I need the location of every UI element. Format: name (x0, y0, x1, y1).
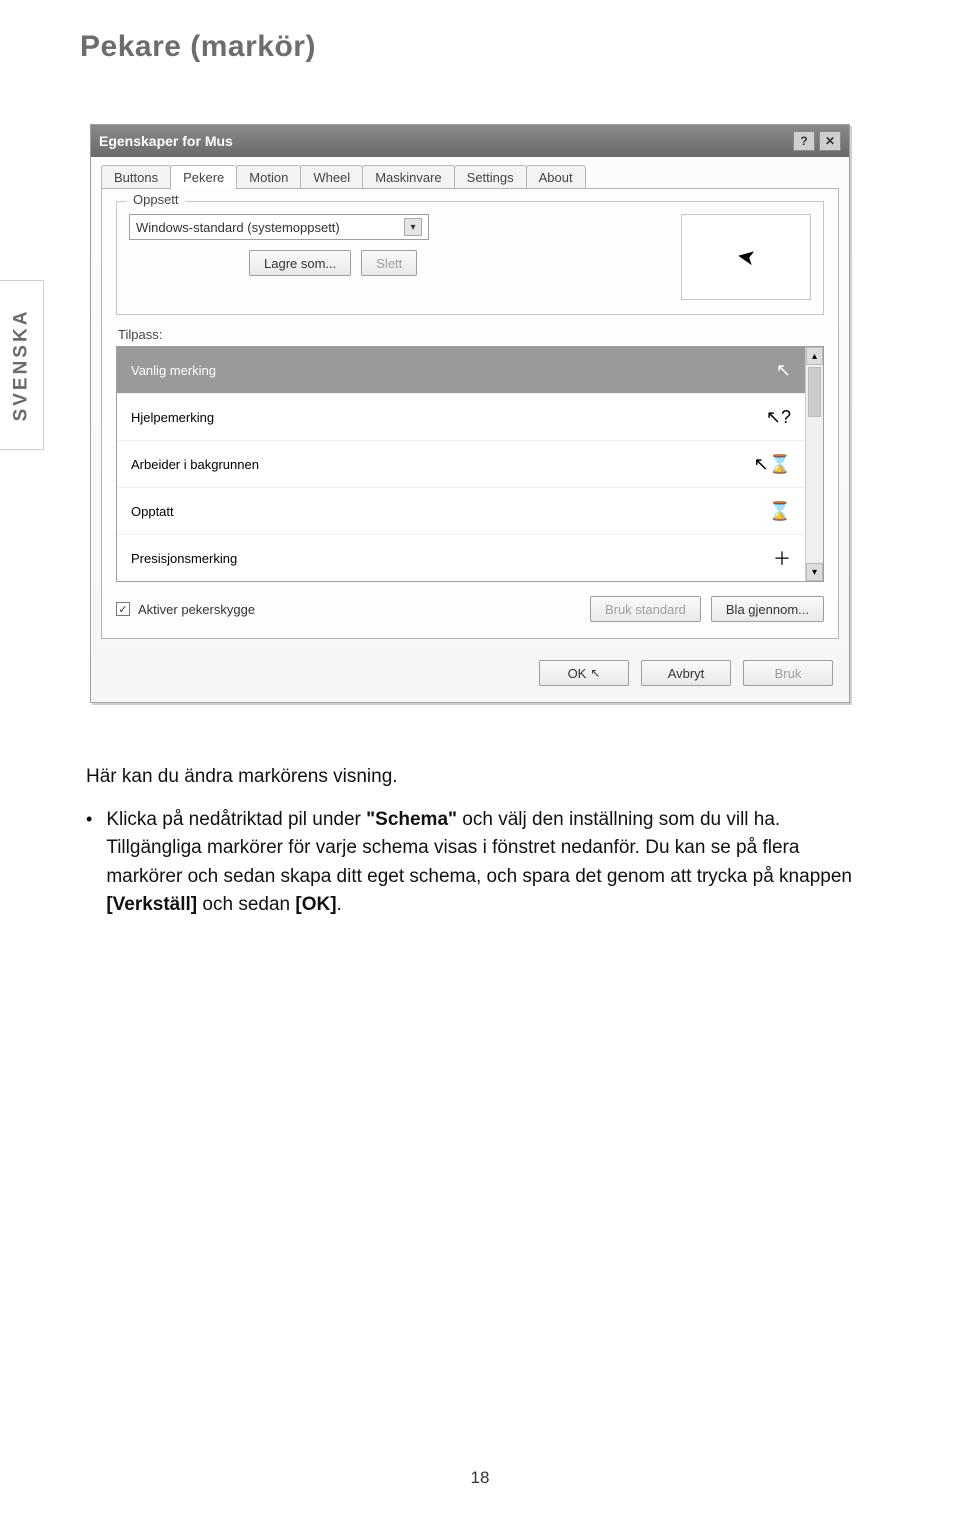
dialog-footer: OK ↖ Avbryt Bruk (91, 650, 849, 702)
cursor-listbox[interactable]: Vanlig merking ↖ Hjelpemerking ↖? Arbeid… (116, 346, 824, 582)
bullet-icon: • (86, 806, 92, 920)
scroll-up-icon[interactable]: ▴ (806, 347, 823, 365)
dialog-titlebar: Egenskaper for Mus ? ✕ (91, 125, 849, 157)
page-number: 18 (471, 1468, 490, 1488)
shadow-checkbox-row[interactable]: ✓ Aktiver pekerskygge (116, 602, 255, 617)
scheme-legend: Oppsett (127, 192, 185, 207)
ok-button-label: OK (568, 666, 587, 681)
tab-wheel[interactable]: Wheel (300, 165, 363, 189)
cursor-precision-icon: ＋ (773, 545, 791, 571)
language-tab: SVENSKA (0, 280, 44, 450)
cursor-preview: ➤ (681, 214, 811, 300)
tab-pekere[interactable]: Pekere (170, 165, 237, 189)
cursor-arrow-icon: ➤ (735, 243, 758, 272)
cursor-working-icon: ↖⌛ (754, 454, 792, 475)
list-item-label: Hjelpemerking (131, 410, 214, 425)
scroll-down-icon[interactable]: ▾ (806, 563, 823, 581)
help-button[interactable]: ? (793, 131, 815, 151)
tab-motion[interactable]: Motion (236, 165, 301, 189)
help-icon: ? (800, 134, 807, 148)
scheme-groupbox: Oppsett Windows-standard (systemoppsett)… (116, 201, 824, 315)
properties-dialog: Egenskaper for Mus ? ✕ Buttons Pekere Mo… (90, 124, 850, 703)
tab-maskinvare[interactable]: Maskinvare (362, 165, 454, 189)
cursor-arrow-icon: ↖ (590, 666, 600, 680)
cursor-help-icon: ↖? (766, 407, 791, 428)
scrollbar-thumb[interactable] (808, 367, 821, 417)
cancel-button[interactable]: Avbryt (641, 660, 731, 686)
tab-about[interactable]: About (526, 165, 586, 189)
intro-text: Här kan du ändra markörens visning. (86, 763, 874, 792)
list-item[interactable]: Arbeider i bakgrunnen ↖⌛ (117, 441, 805, 488)
browse-button[interactable]: Bla gjennom... (711, 596, 824, 622)
shadow-checkbox[interactable]: ✓ (116, 602, 130, 616)
scrollbar[interactable]: ▴ ▾ (805, 347, 823, 581)
list-item[interactable]: Presisjonsmerking ＋ (117, 535, 805, 581)
tabs-row: Buttons Pekere Motion Wheel Maskinvare S… (91, 157, 849, 189)
list-item[interactable]: Opptatt ⌛ (117, 488, 805, 535)
chevron-down-icon: ▾ (404, 218, 422, 236)
tab-buttons[interactable]: Buttons (101, 165, 171, 189)
language-tab-label: SVENSKA (11, 309, 33, 422)
ok-button[interactable]: OK ↖ (539, 660, 629, 686)
delete-button[interactable]: Slett (361, 250, 417, 276)
list-item[interactable]: Hjelpemerking ↖? (117, 394, 805, 441)
dialog-title: Egenskaper for Mus (99, 133, 233, 149)
close-button[interactable]: ✕ (819, 131, 841, 151)
bullet-text: Klicka på nedåtriktad pil under "Schema"… (106, 806, 874, 920)
list-item-label: Vanlig merking (131, 363, 216, 378)
scheme-dropdown-value: Windows-standard (systemoppsett) (136, 220, 340, 235)
page-title: Pekare (markör) (80, 30, 880, 64)
customize-label: Tilpass: (118, 327, 824, 342)
save-as-button[interactable]: Lagre som... (249, 250, 351, 276)
list-item-label: Presisjonsmerking (131, 551, 237, 566)
scheme-dropdown[interactable]: Windows-standard (systemoppsett) ▾ (129, 214, 429, 240)
cursor-icon: ↖ (776, 360, 791, 381)
apply-button[interactable]: Bruk (743, 660, 833, 686)
tab-panel: Oppsett Windows-standard (systemoppsett)… (101, 188, 839, 639)
tab-settings[interactable]: Settings (454, 165, 527, 189)
list-item[interactable]: Vanlig merking ↖ (117, 347, 805, 394)
list-item-label: Opptatt (131, 504, 174, 519)
close-icon: ✕ (825, 134, 835, 148)
shadow-checkbox-label: Aktiver pekerskygge (138, 602, 255, 617)
list-item-label: Arbeider i bakgrunnen (131, 457, 259, 472)
use-default-button[interactable]: Bruk standard (590, 596, 701, 622)
cursor-busy-icon: ⌛ (769, 501, 791, 522)
body-text: Här kan du ändra markörens visning. • Kl… (80, 763, 880, 920)
